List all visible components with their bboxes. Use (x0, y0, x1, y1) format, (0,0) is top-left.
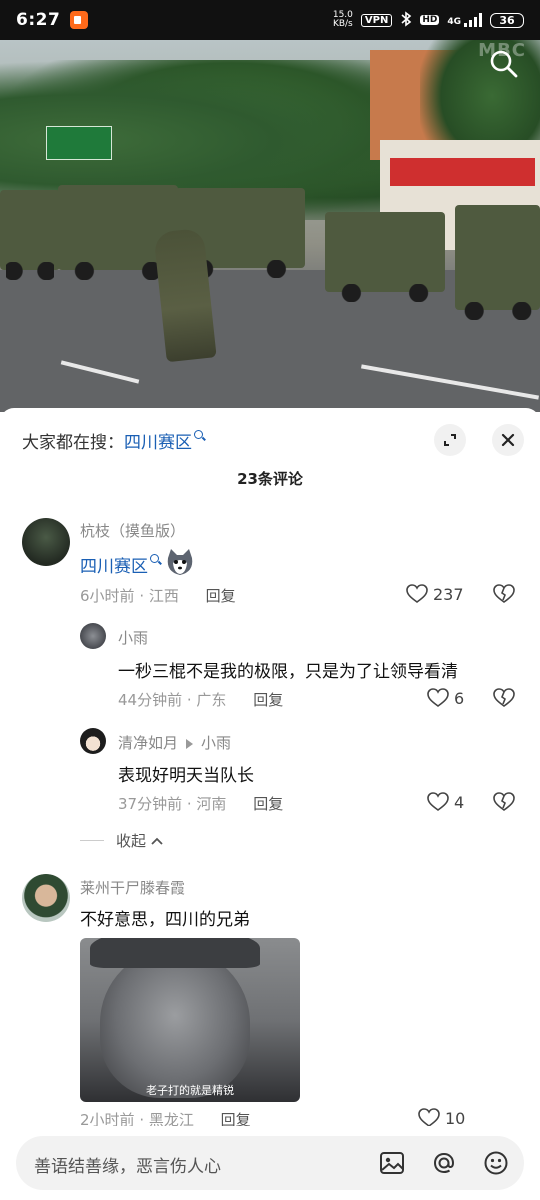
video-road-sign (46, 126, 112, 160)
video-truck (325, 212, 445, 302)
reply-button[interactable]: 回复 (253, 795, 283, 813)
comment-username[interactable]: 莱州干尸滕春霞 (80, 877, 185, 898)
broken-heart-icon (493, 584, 515, 603)
network-type: 4G (447, 17, 461, 27)
dislike-button[interactable] (493, 688, 515, 712)
status-bar: 6:27 15.0 KB/s VPN HD 4G 36 (0, 0, 540, 40)
signal-icon: 4G (447, 13, 482, 27)
comment-input-bar: 善语结善缘，恶言伤人心 (0, 1126, 540, 1200)
collapse-replies-button[interactable]: 收起 (80, 830, 164, 851)
broken-heart-icon (493, 792, 515, 811)
heart-icon (406, 584, 428, 603)
bluetooth-icon (400, 10, 412, 30)
chevron-up-icon (151, 837, 163, 845)
like-button[interactable]: 4 (427, 792, 464, 812)
avatar[interactable] (22, 518, 70, 566)
comment-username[interactable]: 小雨 (118, 627, 148, 648)
network-speed: 15.0 KB/s (333, 11, 353, 29)
image-cap (90, 938, 260, 968)
heart-icon (427, 792, 449, 811)
comment-text: 不好意思，四川的兄弟 (80, 910, 250, 930)
hot-search-banner[interactable]: 大家都在搜： 四川赛区 (22, 428, 203, 453)
collapse-divider (80, 840, 104, 841)
collapse-label: 收起 (116, 832, 147, 850)
comment-time: 6小时前 (80, 587, 135, 605)
dislike-button[interactable] (493, 792, 515, 816)
expand-icon[interactable] (434, 424, 466, 456)
comment-location: 江西 (148, 587, 179, 605)
reply-arrow-icon (186, 738, 194, 749)
video-truck (0, 190, 60, 280)
comment-text: 表现好明天当队长 (118, 766, 254, 786)
image-icon[interactable] (378, 1149, 406, 1177)
heart-icon (418, 1108, 440, 1127)
close-icon[interactable] (492, 424, 524, 456)
comment-time: 37分钟前 (118, 795, 183, 813)
at-icon[interactable] (430, 1149, 458, 1177)
sheet-header: 大家都在搜： 四川赛区 (0, 408, 540, 468)
hot-search-icon (194, 430, 203, 439)
dislike-button[interactable] (493, 584, 515, 608)
comment-count: 23条评论 (237, 470, 303, 488)
status-time: 6:27 (16, 10, 61, 30)
comment-hot-link[interactable]: 四川赛区 (80, 552, 148, 577)
network-speed-unit: KB/s (332, 19, 353, 29)
broken-heart-icon (493, 688, 515, 707)
avatar[interactable] (80, 623, 106, 649)
hot-search-prefix: 大家都在搜： (22, 433, 124, 453)
comment-input-placeholder: 善语结善缘，恶言伤人心 (34, 1157, 221, 1177)
like-count: 237 (433, 584, 464, 604)
hot-link-search-icon (150, 554, 159, 563)
comment-location: 河南 (196, 795, 227, 813)
like-button[interactable]: 6 (427, 688, 464, 708)
like-count: 6 (454, 688, 465, 708)
comment-username[interactable]: 清净如月 (118, 734, 178, 752)
reply-to-username[interactable]: 小雨 (201, 734, 231, 752)
husky-emoji-icon (165, 548, 195, 581)
app-notification-icon (70, 11, 89, 29)
emoji-icon[interactable] (482, 1149, 510, 1177)
reply-button[interactable]: 回复 (206, 587, 236, 605)
avatar[interactable] (22, 874, 70, 922)
comment-username-line: 清净如月 小雨 (118, 732, 231, 753)
battery-icon: 36 (490, 12, 524, 28)
avatar[interactable] (80, 728, 106, 754)
comment-text: 四川赛区 (80, 548, 195, 581)
comment-meta: 6小时前 · 江西 回复 (80, 587, 236, 605)
like-count: 4 (454, 792, 465, 812)
like-button[interactable]: 10 (418, 1108, 465, 1128)
video-truck (455, 205, 540, 320)
comment-location: 广东 (196, 691, 227, 709)
image-face (100, 948, 250, 1098)
search-icon[interactable] (488, 48, 520, 80)
comment-text: 一秒三棍不是我的极限，只是为了让领导看清 (118, 662, 458, 682)
hd-icon: HD (420, 15, 440, 25)
comment-time: 44分钟前 (118, 691, 183, 709)
like-count: 10 (445, 1108, 466, 1128)
comment-meta: 37分钟前 · 河南 回复 (118, 795, 284, 813)
comment-meta: 44分钟前 · 广东 回复 (118, 691, 284, 709)
comment-image[interactable]: 老子打的就是精锐 (80, 938, 300, 1102)
video-player[interactable]: MBC (0, 40, 540, 412)
comment-input[interactable]: 善语结善缘，恶言伤人心 (16, 1136, 524, 1190)
vpn-icon: VPN (360, 13, 393, 27)
reply-button[interactable]: 回复 (253, 691, 283, 709)
hot-search-term[interactable]: 四川赛区 (124, 428, 192, 453)
image-subtitle: 老子打的就是精锐 (146, 1084, 234, 1097)
heart-icon (427, 688, 449, 707)
comment-username[interactable]: 杭枝（摸鱼版） (80, 520, 185, 541)
status-icons: 15.0 KB/s VPN HD 4G 36 (333, 11, 524, 30)
like-button[interactable]: 237 (406, 584, 464, 604)
